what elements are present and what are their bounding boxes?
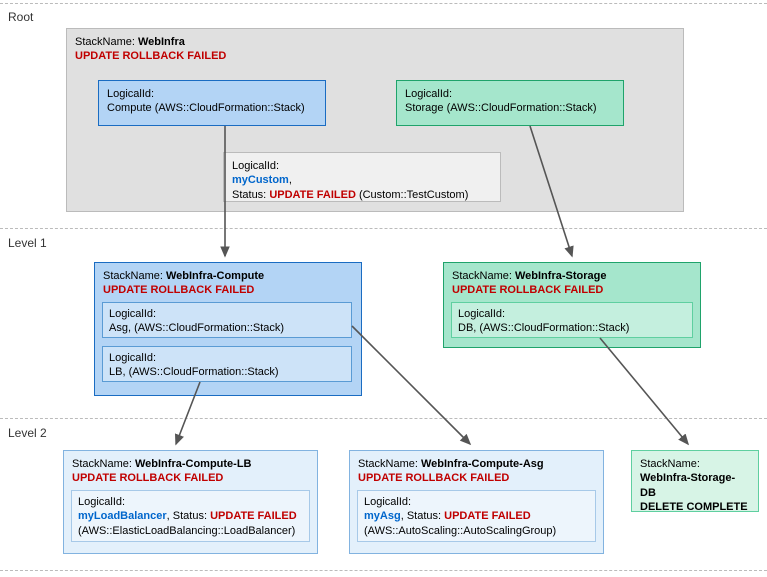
stackname-value: WebInfra-Compute-LB xyxy=(135,458,252,470)
stack-status: UPDATE ROLLBACK FAILED xyxy=(103,284,254,296)
stack-status: UPDATE ROLLBACK FAILED xyxy=(452,284,603,296)
logicalid-label: LogicalId: xyxy=(109,352,156,364)
status-value: UPDATE FAILED xyxy=(444,510,531,522)
logicalid-label: LogicalId: xyxy=(109,308,156,320)
stackname-value: WebInfra-Compute-Asg xyxy=(421,458,544,470)
level-label-root: Root xyxy=(8,10,33,24)
resource-type: (AWS::CloudFormation::Stack) xyxy=(129,366,279,378)
logicalid-label: LogicalId: xyxy=(78,496,125,508)
resource-type: (AWS::CloudFormation::Stack) xyxy=(479,322,629,334)
logicalid-value: LB, xyxy=(109,366,129,378)
stackname-value: WebInfra-Compute xyxy=(166,270,264,282)
sep: , xyxy=(289,174,292,186)
stackname-label: StackName: xyxy=(358,458,418,470)
level-label-2: Level 2 xyxy=(8,426,47,440)
resource-compute: LogicalId: Compute (AWS::CloudFormation:… xyxy=(98,80,326,126)
logicalid-value: myCustom xyxy=(232,174,289,186)
divider-top xyxy=(0,3,767,4)
logicalid-label: LogicalId: xyxy=(364,496,411,508)
stackname-label: StackName: xyxy=(452,270,512,282)
stackname-label: StackName: xyxy=(75,36,135,48)
resource-type: (AWS::CloudFormation::Stack) xyxy=(447,102,597,114)
resource-db: LogicalId: DB, (AWS::CloudFormation::Sta… xyxy=(451,302,693,338)
stack-status: UPDATE ROLLBACK FAILED xyxy=(75,50,226,62)
status-label: Status: xyxy=(407,510,441,522)
resource-myloadbalancer: LogicalId: myLoadBalancer, Status: UPDAT… xyxy=(71,490,310,542)
logicalid-label: LogicalId: xyxy=(458,308,505,320)
stack-status: UPDATE ROLLBACK FAILED xyxy=(358,472,509,484)
logicalid-label: LogicalId: xyxy=(405,88,452,100)
resource-lb: LogicalId: LB, (AWS::CloudFormation::Sta… xyxy=(102,346,352,382)
logicalid-value: DB, xyxy=(458,322,476,334)
divider-2 xyxy=(0,418,767,419)
resource-type: (Custom::TestCustom) xyxy=(359,189,468,201)
resource-asg: LogicalId: Asg, (AWS::CloudFormation::St… xyxy=(102,302,352,338)
resource-myasg: LogicalId: myAsg, Status: UPDATE FAILED … xyxy=(357,490,596,542)
stackname-value: WebInfra xyxy=(138,36,185,48)
stackname-label: StackName: xyxy=(72,458,132,470)
status-label: Status: xyxy=(173,510,207,522)
resource-mycustom: LogicalId: myCustom, Status: UPDATE FAIL… xyxy=(223,152,501,202)
divider-bottom xyxy=(0,570,767,571)
logicalid-value: Compute xyxy=(107,102,152,114)
stack-status: UPDATE ROLLBACK FAILED xyxy=(72,472,223,484)
logicalid-value: Storage xyxy=(405,102,444,114)
logicalid-label: LogicalId: xyxy=(232,160,279,172)
status-value: UPDATE FAILED xyxy=(269,189,356,201)
stack-status: DELETE COMPLETE xyxy=(640,501,748,513)
stackname-value: WebInfra-Storage xyxy=(515,270,606,282)
stack-storage-db: StackName: WebInfra-Storage-DB DELETE CO… xyxy=(631,450,759,512)
logicalid-value: myLoadBalancer xyxy=(78,510,167,522)
divider-1 xyxy=(0,228,767,229)
status-label: Status: xyxy=(232,189,266,201)
resource-type: (AWS::AutoScaling::AutoScalingGroup) xyxy=(364,525,556,537)
resource-type: (AWS::CloudFormation::Stack) xyxy=(155,102,305,114)
resource-storage: LogicalId: Storage (AWS::CloudFormation:… xyxy=(396,80,624,126)
logicalid-value: myAsg xyxy=(364,510,401,522)
status-value: UPDATE FAILED xyxy=(210,510,297,522)
arrow-db-to-l2 xyxy=(600,338,688,444)
logicalid-value: Asg, xyxy=(109,322,131,334)
stackname-label: StackName: xyxy=(640,458,700,470)
level-label-1: Level 1 xyxy=(8,236,47,250)
resource-type: (AWS::ElasticLoadBalancing::LoadBalancer… xyxy=(78,525,295,537)
stackname-value: WebInfra-Storage-DB xyxy=(640,472,735,498)
resource-type: (AWS::CloudFormation::Stack) xyxy=(134,322,284,334)
logicalid-label: LogicalId: xyxy=(107,88,154,100)
stackname-label: StackName: xyxy=(103,270,163,282)
